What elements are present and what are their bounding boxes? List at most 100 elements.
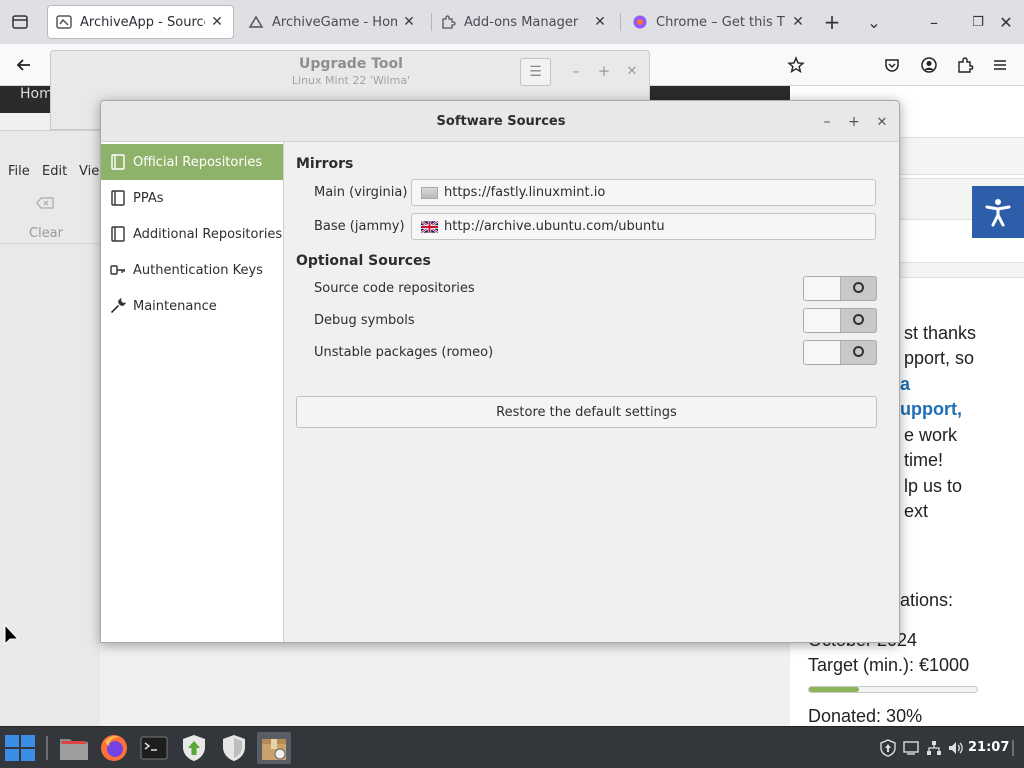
new-tab-button[interactable]: +	[820, 10, 844, 34]
accessibility-button[interactable]	[972, 186, 1024, 238]
tab-close-icon[interactable]: ✕	[401, 14, 417, 30]
browser-tab-bar: ArchiveApp - Source o ✕ ArchiveGame - Ho…	[0, 0, 1024, 44]
account-icon	[921, 57, 937, 73]
main-mirror-label: Main (virginia)	[314, 185, 408, 200]
taskbar-update-manager[interactable]	[177, 732, 211, 764]
app-menu-button[interactable]	[988, 53, 1012, 77]
pocket-icon	[885, 59, 899, 72]
website-text: ext	[904, 501, 929, 521]
sidebar-item-official-repositories[interactable]: Official Repositories	[101, 144, 283, 180]
taskbar-timeshift[interactable]	[217, 732, 251, 764]
donation-target: Target (min.): €1000	[808, 655, 970, 675]
main-mirror-button[interactable]: https://fastly.linuxmint.io	[411, 179, 876, 206]
base-mirror-button[interactable]: http://archive.ubuntu.com/ubuntu	[411, 213, 876, 240]
software-sources-titlebar: Software Sources – + ✕	[101, 101, 899, 142]
sidebar-item-ppas[interactable]: PPAs	[101, 180, 283, 216]
grey-flag-icon	[421, 186, 438, 199]
tab-archivegame[interactable]: ArchiveGame - Home ✕	[240, 5, 425, 39]
taskbar-files[interactable]	[57, 732, 91, 764]
key-icon	[110, 262, 126, 278]
website-text: st thanks	[904, 323, 977, 343]
window-minimize-button[interactable]: –	[922, 10, 946, 34]
source-code-switch[interactable]	[803, 276, 877, 301]
website-row	[898, 137, 1024, 175]
tab-archiveapp[interactable]: ArchiveApp - Source o ✕	[47, 5, 234, 39]
tab-chrome-theme[interactable]: Chrome – Get this The ✕	[624, 5, 814, 39]
tab-title: ArchiveApp - Source o	[80, 14, 205, 30]
software-sources-window: Software Sources – + ✕ Official Reposito…	[100, 100, 900, 643]
upgrade-minimize-button[interactable]: –	[566, 61, 586, 81]
upgrade-tool-menu-button[interactable]: ☰	[520, 58, 551, 86]
bookmark-star-button[interactable]	[784, 53, 808, 77]
tab-close-icon[interactable]: ✕	[592, 14, 608, 30]
debug-symbols-switch[interactable]	[803, 308, 877, 333]
book-icon	[110, 190, 126, 206]
official-repositories-panel: Mirrors Main (virginia) https://fastly.l…	[284, 142, 899, 642]
close-button[interactable]: ✕	[872, 112, 892, 132]
donation-progress-fill	[809, 687, 860, 692]
unstable-packages-label: Unstable packages (romeo)	[314, 345, 494, 360]
tab-close-icon[interactable]: ✕	[790, 14, 806, 30]
menu-file[interactable]: File	[8, 164, 30, 179]
sidebar-item-additional-repositories[interactable]: Additional Repositories	[101, 216, 283, 252]
back-button[interactable]	[12, 53, 36, 77]
donated-amount: Donated: 30%	[808, 706, 923, 726]
upgrade-close-button[interactable]: ✕	[622, 61, 642, 81]
donation-progress-bar	[808, 686, 978, 693]
maximize-button[interactable]: +	[844, 112, 864, 132]
tab-title: Chrome – Get this The	[656, 14, 786, 30]
minimize-button[interactable]: –	[817, 112, 837, 132]
archive-favicon-icon	[56, 14, 72, 30]
upgrade-maximize-button[interactable]: +	[594, 61, 614, 81]
tray-volume-icon[interactable]	[947, 739, 965, 757]
pocket-button[interactable]	[880, 53, 904, 77]
website-link[interactable]: upport,	[900, 399, 962, 420]
accessibility-icon	[985, 199, 1011, 227]
shield-icon	[223, 735, 245, 761]
restore-defaults-button[interactable]: Restore the default settings	[296, 396, 877, 428]
book-icon	[110, 154, 126, 170]
account-button[interactable]	[917, 53, 941, 77]
website-text: pport, so	[904, 348, 975, 368]
main-mirror-url: https://fastly.linuxmint.io	[444, 185, 606, 200]
clear-button[interactable]: Clear	[29, 226, 63, 241]
tab-title: ArchiveGame - Home	[272, 14, 397, 30]
sidebar-item-authentication-keys[interactable]: Authentication Keys	[101, 252, 283, 288]
list-all-tabs-button[interactable]: ⌄	[862, 10, 886, 34]
extensions-button[interactable]	[953, 53, 977, 77]
window-restore-button[interactable]: ❐	[966, 10, 990, 34]
menu-view[interactable]: Vie	[79, 164, 99, 179]
taskbar-firefox[interactable]	[97, 732, 131, 764]
website-nav-home[interactable]: Hom	[20, 86, 53, 102]
website-row	[898, 262, 1024, 278]
taskbar-terminal[interactable]	[137, 732, 171, 764]
window-close-button[interactable]: ✕	[994, 10, 1018, 34]
website-link[interactable]: a	[900, 374, 910, 395]
tab-list-icon	[12, 15, 28, 29]
star-icon	[787, 56, 805, 73]
clock[interactable]: 21:07	[968, 740, 1009, 755]
source-code-label: Source code repositories	[314, 281, 475, 296]
tray-network-icon[interactable]	[925, 739, 943, 757]
sidebar-item-label: PPAs	[133, 190, 164, 206]
unstable-packages-switch[interactable]	[803, 340, 877, 365]
tab-list-button[interactable]	[6, 8, 34, 36]
taskbar-software-sources[interactable]	[257, 732, 291, 764]
sidebar-item-label: Official Repositories	[133, 154, 263, 170]
tray-security-icon[interactable]	[879, 739, 897, 757]
archive-favicon-icon	[248, 14, 264, 30]
optional-sources-heading: Optional Sources	[296, 253, 431, 269]
hamburger-menu-icon	[994, 60, 1006, 70]
tray-display-icon[interactable]	[902, 739, 920, 757]
sidebar-item-maintenance[interactable]: Maintenance	[101, 288, 283, 324]
start-menu-button[interactable]	[2, 732, 38, 764]
switch-knob	[804, 277, 841, 300]
show-desktop-button[interactable]	[1008, 739, 1018, 757]
menu-edit[interactable]: Edit	[42, 164, 67, 179]
tab-close-icon[interactable]: ✕	[209, 14, 225, 30]
tab-addons-manager[interactable]: Add-ons Manager ✕	[432, 5, 616, 39]
firefox-icon	[101, 735, 127, 761]
windows-logo-icon	[5, 735, 35, 761]
puzzle-icon	[958, 57, 974, 73]
wrench-icon	[110, 298, 126, 314]
